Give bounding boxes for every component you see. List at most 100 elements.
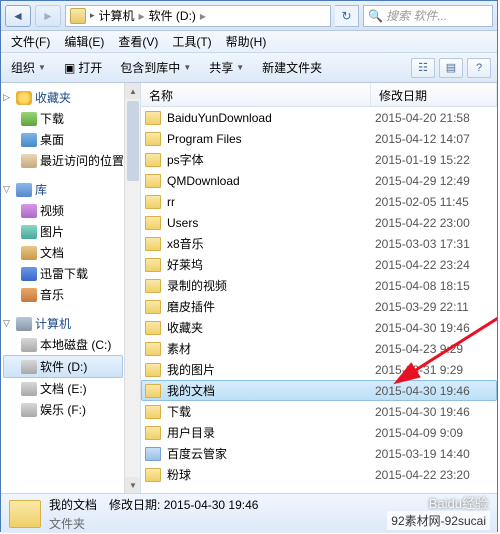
breadcrumb[interactable]: ▸ 计算机 ▸ 软件 (D:) ▸ bbox=[65, 5, 331, 27]
newfolder-button[interactable]: 新建文件夹 bbox=[258, 57, 326, 78]
mus-icon bbox=[21, 288, 37, 302]
app-icon bbox=[145, 447, 161, 461]
file-row[interactable]: QMDownload2015-04-29 12:49 bbox=[141, 170, 497, 191]
drv-icon bbox=[21, 403, 37, 417]
file-row[interactable]: 我的图片2015-03-31 9:29 bbox=[141, 359, 497, 380]
open-icon: ▣ bbox=[64, 61, 75, 75]
file-row[interactable]: 磨皮插件2015-03-29 22:11 bbox=[141, 296, 497, 317]
folder-icon bbox=[145, 468, 161, 482]
drv-icon bbox=[21, 360, 37, 374]
folder-icon bbox=[145, 300, 161, 314]
breadcrumb-part[interactable]: 软件 (D:) bbox=[149, 7, 196, 24]
back-button[interactable]: ◄ bbox=[5, 5, 31, 27]
library-icon bbox=[16, 183, 32, 197]
folder-icon bbox=[145, 237, 161, 251]
watermark: Baidu经验 bbox=[429, 493, 488, 512]
sidebar-item[interactable]: 音乐 bbox=[3, 284, 123, 305]
sidebar: ▷收藏夹 下载桌面最近访问的位置 ▽库 视频图片文档迅雷下载音乐 ▽计算机 本地… bbox=[1, 83, 141, 493]
sidebar-item[interactable]: 下载 bbox=[3, 108, 123, 129]
file-row[interactable]: ps字体2015-01-19 15:22 bbox=[141, 149, 497, 170]
sidebar-item[interactable]: 文档 bbox=[3, 242, 123, 263]
toolbar: 组织▼ ▣打开 包含到库中▼ 共享▼ 新建文件夹 ☷ ▤ ? bbox=[1, 53, 497, 83]
help-button[interactable]: ? bbox=[467, 58, 491, 78]
sidebar-favorites[interactable]: ▷收藏夹 bbox=[3, 87, 123, 108]
open-button[interactable]: ▣打开 bbox=[60, 57, 106, 78]
folder-icon bbox=[145, 384, 161, 398]
sidebar-item[interactable]: 娱乐 (F:) bbox=[3, 399, 123, 420]
folder-icon bbox=[145, 195, 161, 209]
search-input[interactable]: 🔍搜索 软件... bbox=[363, 5, 493, 27]
file-row[interactable]: x8音乐2015-03-03 17:31 bbox=[141, 233, 497, 254]
sidebar-item[interactable]: 桌面 bbox=[3, 129, 123, 150]
folder-icon bbox=[145, 363, 161, 377]
status-date: 2015-04-30 19:46 bbox=[164, 498, 259, 512]
file-row[interactable]: 收藏夹2015-04-30 19:46 bbox=[141, 317, 497, 338]
file-row[interactable]: 我的文档2015-04-30 19:46 bbox=[141, 380, 497, 401]
file-row[interactable]: rr2015-02-05 11:45 bbox=[141, 191, 497, 212]
sidebar-item[interactable]: 本地磁盘 (C:) bbox=[3, 334, 123, 355]
file-row[interactable]: 粉球2015-04-22 23:20 bbox=[141, 464, 497, 485]
recent-icon bbox=[21, 154, 37, 168]
sidebar-computer[interactable]: ▽计算机 bbox=[3, 313, 123, 334]
drv-icon bbox=[21, 382, 37, 396]
menu-tools[interactable]: 工具(T) bbox=[166, 31, 217, 52]
menu-edit[interactable]: 编辑(E) bbox=[58, 31, 110, 52]
file-row[interactable]: 录制的视频2015-04-08 18:15 bbox=[141, 275, 497, 296]
file-row[interactable]: Program Files2015-04-12 14:07 bbox=[141, 128, 497, 149]
file-row[interactable]: 百度云管家2015-03-19 14:40 bbox=[141, 443, 497, 464]
xl-icon bbox=[21, 267, 37, 281]
drv-icon bbox=[21, 338, 37, 352]
status-type: 文件夹 bbox=[49, 515, 258, 532]
column-date[interactable]: 修改日期 bbox=[371, 83, 497, 106]
sidebar-item[interactable]: 最近访问的位置 bbox=[3, 150, 123, 171]
file-row[interactable]: 下载2015-04-30 19:46 bbox=[141, 401, 497, 422]
file-list-pane: 名称 修改日期 BaiduYunDownload2015-04-20 21:58… bbox=[141, 83, 497, 493]
folder-icon bbox=[145, 132, 161, 146]
pic-icon bbox=[21, 225, 37, 239]
titlebar: ◄ ► ▸ 计算机 ▸ 软件 (D:) ▸ ↻ 🔍搜索 软件... bbox=[1, 1, 497, 31]
star-icon bbox=[16, 91, 32, 105]
search-icon: 🔍 bbox=[368, 9, 383, 23]
drive-icon bbox=[70, 8, 86, 24]
watermark: 92素材网-92sucai bbox=[387, 511, 490, 530]
menu-help[interactable]: 帮助(H) bbox=[220, 31, 273, 52]
menu-file[interactable]: 文件(F) bbox=[5, 31, 56, 52]
sidebar-scrollbar[interactable]: ▲▼ bbox=[124, 83, 140, 493]
organize-button[interactable]: 组织▼ bbox=[7, 57, 50, 78]
sidebar-item[interactable]: 软件 (D:) bbox=[3, 355, 123, 378]
computer-icon bbox=[16, 317, 32, 331]
folder-icon bbox=[145, 321, 161, 335]
file-row[interactable]: Users2015-04-22 23:00 bbox=[141, 212, 497, 233]
file-row[interactable]: 好莱坞2015-04-22 23:24 bbox=[141, 254, 497, 275]
share-button[interactable]: 共享▼ bbox=[205, 57, 248, 78]
menubar: 文件(F) 编辑(E) 查看(V) 工具(T) 帮助(H) bbox=[1, 31, 497, 53]
sidebar-libraries[interactable]: ▽库 bbox=[3, 179, 123, 200]
include-button[interactable]: 包含到库中▼ bbox=[116, 57, 195, 78]
refresh-button[interactable]: ↻ bbox=[335, 5, 359, 27]
sidebar-item[interactable]: 视频 bbox=[3, 200, 123, 221]
breadcrumb-part[interactable]: 计算机 bbox=[99, 7, 135, 24]
view-mode-button[interactable]: ☷ bbox=[411, 58, 435, 78]
file-row[interactable]: BaiduYunDownload2015-04-20 21:58 bbox=[141, 107, 497, 128]
folder-icon bbox=[145, 405, 161, 419]
folder-icon bbox=[145, 216, 161, 230]
folder-icon bbox=[145, 111, 161, 125]
folder-icon bbox=[145, 279, 161, 293]
sidebar-item[interactable]: 文档 (E:) bbox=[3, 378, 123, 399]
desk-icon bbox=[21, 133, 37, 147]
file-row[interactable]: 素材2015-04-23 9:29 bbox=[141, 338, 497, 359]
sidebar-item[interactable]: 图片 bbox=[3, 221, 123, 242]
doc-icon bbox=[21, 246, 37, 260]
folder-icon bbox=[145, 174, 161, 188]
status-name: 我的文档 bbox=[49, 496, 97, 513]
folder-icon bbox=[145, 153, 161, 167]
folder-icon bbox=[145, 426, 161, 440]
menu-view[interactable]: 查看(V) bbox=[112, 31, 164, 52]
forward-button[interactable]: ► bbox=[35, 5, 61, 27]
column-name[interactable]: 名称 bbox=[141, 83, 371, 106]
preview-pane-button[interactable]: ▤ bbox=[439, 58, 463, 78]
dl-icon bbox=[21, 112, 37, 126]
folder-icon bbox=[145, 258, 161, 272]
file-row[interactable]: 用户目录2015-04-09 9:09 bbox=[141, 422, 497, 443]
sidebar-item[interactable]: 迅雷下载 bbox=[3, 263, 123, 284]
